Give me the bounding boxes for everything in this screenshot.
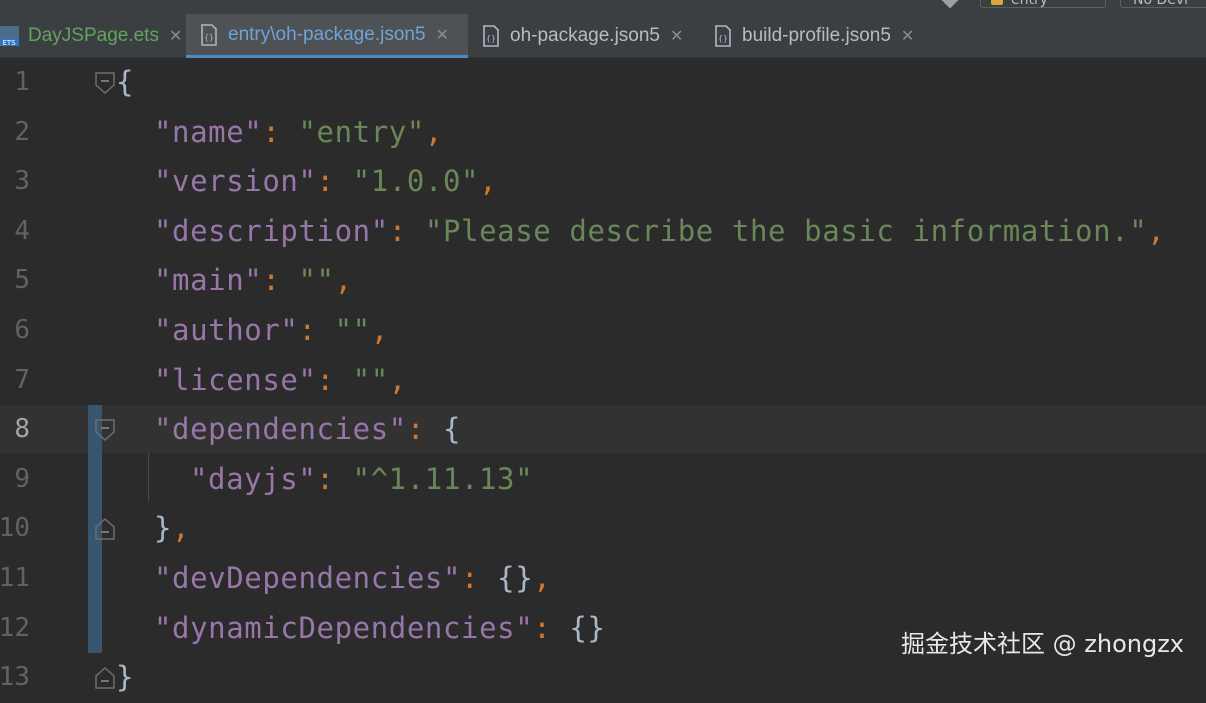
line-number: 7 [14,364,30,395]
code-line-current: 8 "dependencies": { [0,405,1206,455]
code-line: 5 "main": "", [0,256,1206,306]
line-number: 3 [14,166,30,197]
code-line: 2 "name": "entry", [0,108,1206,158]
code-text: "name": "entry", [154,114,443,149]
toolbar-strip: entry No Devi [0,0,1206,14]
tab-label: build-profile.json5 [742,25,891,46]
code-text: "dayjs": "^1.11.13" [190,461,534,496]
svg-text:{}: {} [204,33,214,42]
json5-file-icon: {} [201,23,217,46]
line-number: 1 [14,67,30,97]
code-text: "devDependencies": {}, [154,561,552,595]
line-number: 10 [0,513,30,544]
line-number: 9 [14,463,30,494]
svg-text:ETS: ETS [2,39,16,47]
line-number: 13 [0,662,30,693]
close-icon[interactable]: ✕ [169,26,182,46]
fold-toggle-icon[interactable] [95,667,115,689]
svg-text:{}: {} [486,34,496,43]
code-text: }, [154,511,191,546]
close-icon[interactable]: ✕ [436,25,449,45]
code-text: "author": "", [154,313,389,347]
code-text: "description": "Please describe the basi… [154,213,1166,248]
tab-dayjspage-ets[interactable]: ETS DayJSPage.ets ✕ [0,14,184,58]
line-number: 11 [0,563,30,593]
close-icon[interactable]: ✕ [901,26,914,46]
code-text: "dependencies": { [154,412,462,447]
vcs-diamond-icon[interactable] [941,0,959,9]
watermark: 掘金技术社区 @ zhongzx [901,630,1184,658]
code-text: "version": "1.0.0", [154,164,498,199]
tab-label: DayJSPage.ets [28,25,159,46]
code-line: 10 }, [0,504,1206,554]
fold-toggle-icon[interactable] [95,518,115,541]
line-number: 5 [14,265,30,296]
fold-toggle-icon[interactable] [95,72,115,94]
code-line: 11 "devDependencies": {}, [0,554,1206,604]
line-number: 6 [14,315,30,345]
tab-label: oh-package.json5 [510,25,660,46]
code-line: 9 "dayjs": "^1.11.13" [0,455,1206,505]
device-select[interactable]: No Devi [1120,0,1206,8]
line-number: 12 [0,612,30,643]
tab-label: entry\oh-package.json5 [228,23,426,45]
code-text: "main": "", [154,263,353,298]
code-line: 4 "description": "Please describe the ba… [0,207,1206,257]
editor-tab-bar: ETS DayJSPage.ets ✕ {} entry\oh-package.… [0,14,1206,58]
tab-build-profile[interactable]: {} build-profile.json5 ✕ [714,14,944,58]
code-text: { [116,65,135,99]
tab-entry-oh-package[interactable]: {} entry\oh-package.json5 ✕ [186,14,468,58]
line-number: 2 [14,116,30,147]
json5-file-icon: {} [715,25,731,47]
code-text: } [116,660,135,695]
line-number: 8 [14,414,30,445]
code-line: 3 "version": "1.0.0", [0,157,1206,207]
code-text: "license": "", [154,362,407,397]
run-config-label: entry [1011,0,1049,8]
ets-file-icon: ETS [0,26,19,47]
line-number: 4 [14,215,30,246]
code-line: 7 "license": "", [0,356,1206,406]
fold-toggle-icon[interactable] [95,419,115,442]
code-editor[interactable]: 1 { 2 "name": "entry", 3 "version": "1.0… [0,58,1206,693]
svg-text:{}: {} [718,34,728,43]
close-icon[interactable]: ✕ [670,26,683,46]
code-line: 1 { [0,58,1206,108]
json5-file-icon: {} [483,25,499,47]
device-label: No Devi [1133,0,1189,8]
code-line: 6 "author": "", [0,306,1206,356]
code-line: 13 } [0,653,1206,703]
code-text: "dynamicDependencies": {} [154,610,606,645]
module-icon [991,0,1003,5]
run-config-select[interactable]: entry [980,0,1106,8]
tab-oh-package[interactable]: {} oh-package.json5 ✕ [482,14,702,58]
